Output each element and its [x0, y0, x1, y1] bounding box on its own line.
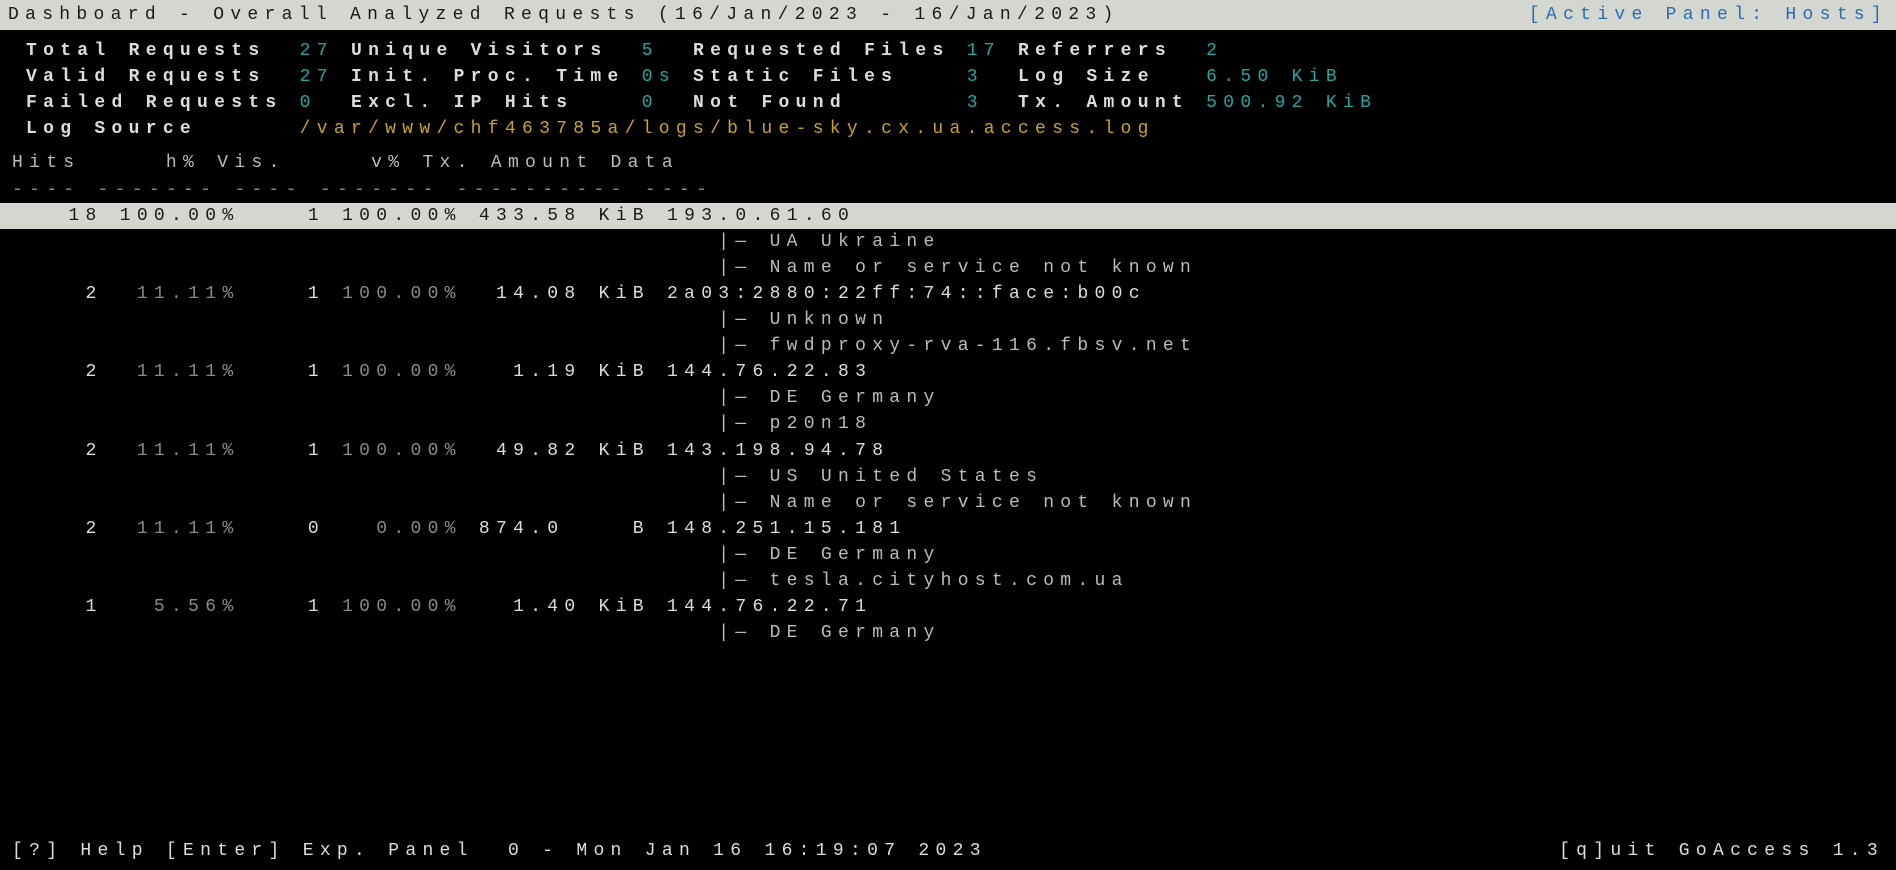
- table-divider: ---- ------- ---- ------- ---------- ---…: [0, 177, 1896, 203]
- tree-detail: |— DE Germany: [0, 620, 1896, 646]
- tree-detail: |— DE Germany: [0, 385, 1896, 411]
- table-row[interactable]: 2 11.11% 0 0.00% 874.0 B 148.251.15.181: [0, 516, 1896, 542]
- page-title: Dashboard - Overall Analyzed Requests (1…: [8, 2, 1120, 28]
- quit-hint[interactable]: [q]uit GoAccess 1.3: [1559, 838, 1884, 864]
- tree-detail: |— Unknown: [0, 307, 1896, 333]
- tree-detail: |— Name or service not known: [0, 255, 1896, 281]
- status-bar: [?] Help [Enter] Exp. Panel 0 - Mon Jan …: [0, 836, 1896, 870]
- tree-detail: |— p20n18: [0, 411, 1896, 437]
- host-rows[interactable]: 18 100.00% 1 100.00% 433.58 KiB 193.0.61…: [0, 203, 1896, 647]
- table-row[interactable]: 18 100.00% 1 100.00% 433.58 KiB 193.0.61…: [0, 203, 1896, 229]
- table-row[interactable]: 1 5.56% 1 100.00% 1.40 KiB 144.76.22.71: [0, 594, 1896, 620]
- active-panel-indicator: [Active Panel: Hosts]: [1529, 2, 1888, 28]
- table-row[interactable]: 2 11.11% 1 100.00% 1.19 KiB 144.76.22.83: [0, 359, 1896, 385]
- tree-detail: |— Name or service not known: [0, 490, 1896, 516]
- tree-detail: |— US United States: [0, 464, 1896, 490]
- table-header: Hits h% Vis. v% Tx. Amount Data: [0, 146, 1896, 176]
- help-hint[interactable]: [?] Help [Enter] Exp. Panel 0 - Mon Jan …: [12, 838, 987, 864]
- tree-detail: |— tesla.cityhost.com.ua: [0, 568, 1896, 594]
- summary-stats: Total Requests 27 Unique Visitors 5 Requ…: [0, 30, 1896, 146]
- tree-detail: |— UA Ukraine: [0, 229, 1896, 255]
- tree-detail: |— fwdproxy-rva-116.fbsv.net: [0, 333, 1896, 359]
- tree-detail: |— DE Germany: [0, 542, 1896, 568]
- table-row[interactable]: 2 11.11% 1 100.00% 14.08 KiB 2a03:2880:2…: [0, 281, 1896, 307]
- table-row[interactable]: 2 11.11% 1 100.00% 49.82 KiB 143.198.94.…: [0, 438, 1896, 464]
- title-bar: Dashboard - Overall Analyzed Requests (1…: [0, 0, 1896, 30]
